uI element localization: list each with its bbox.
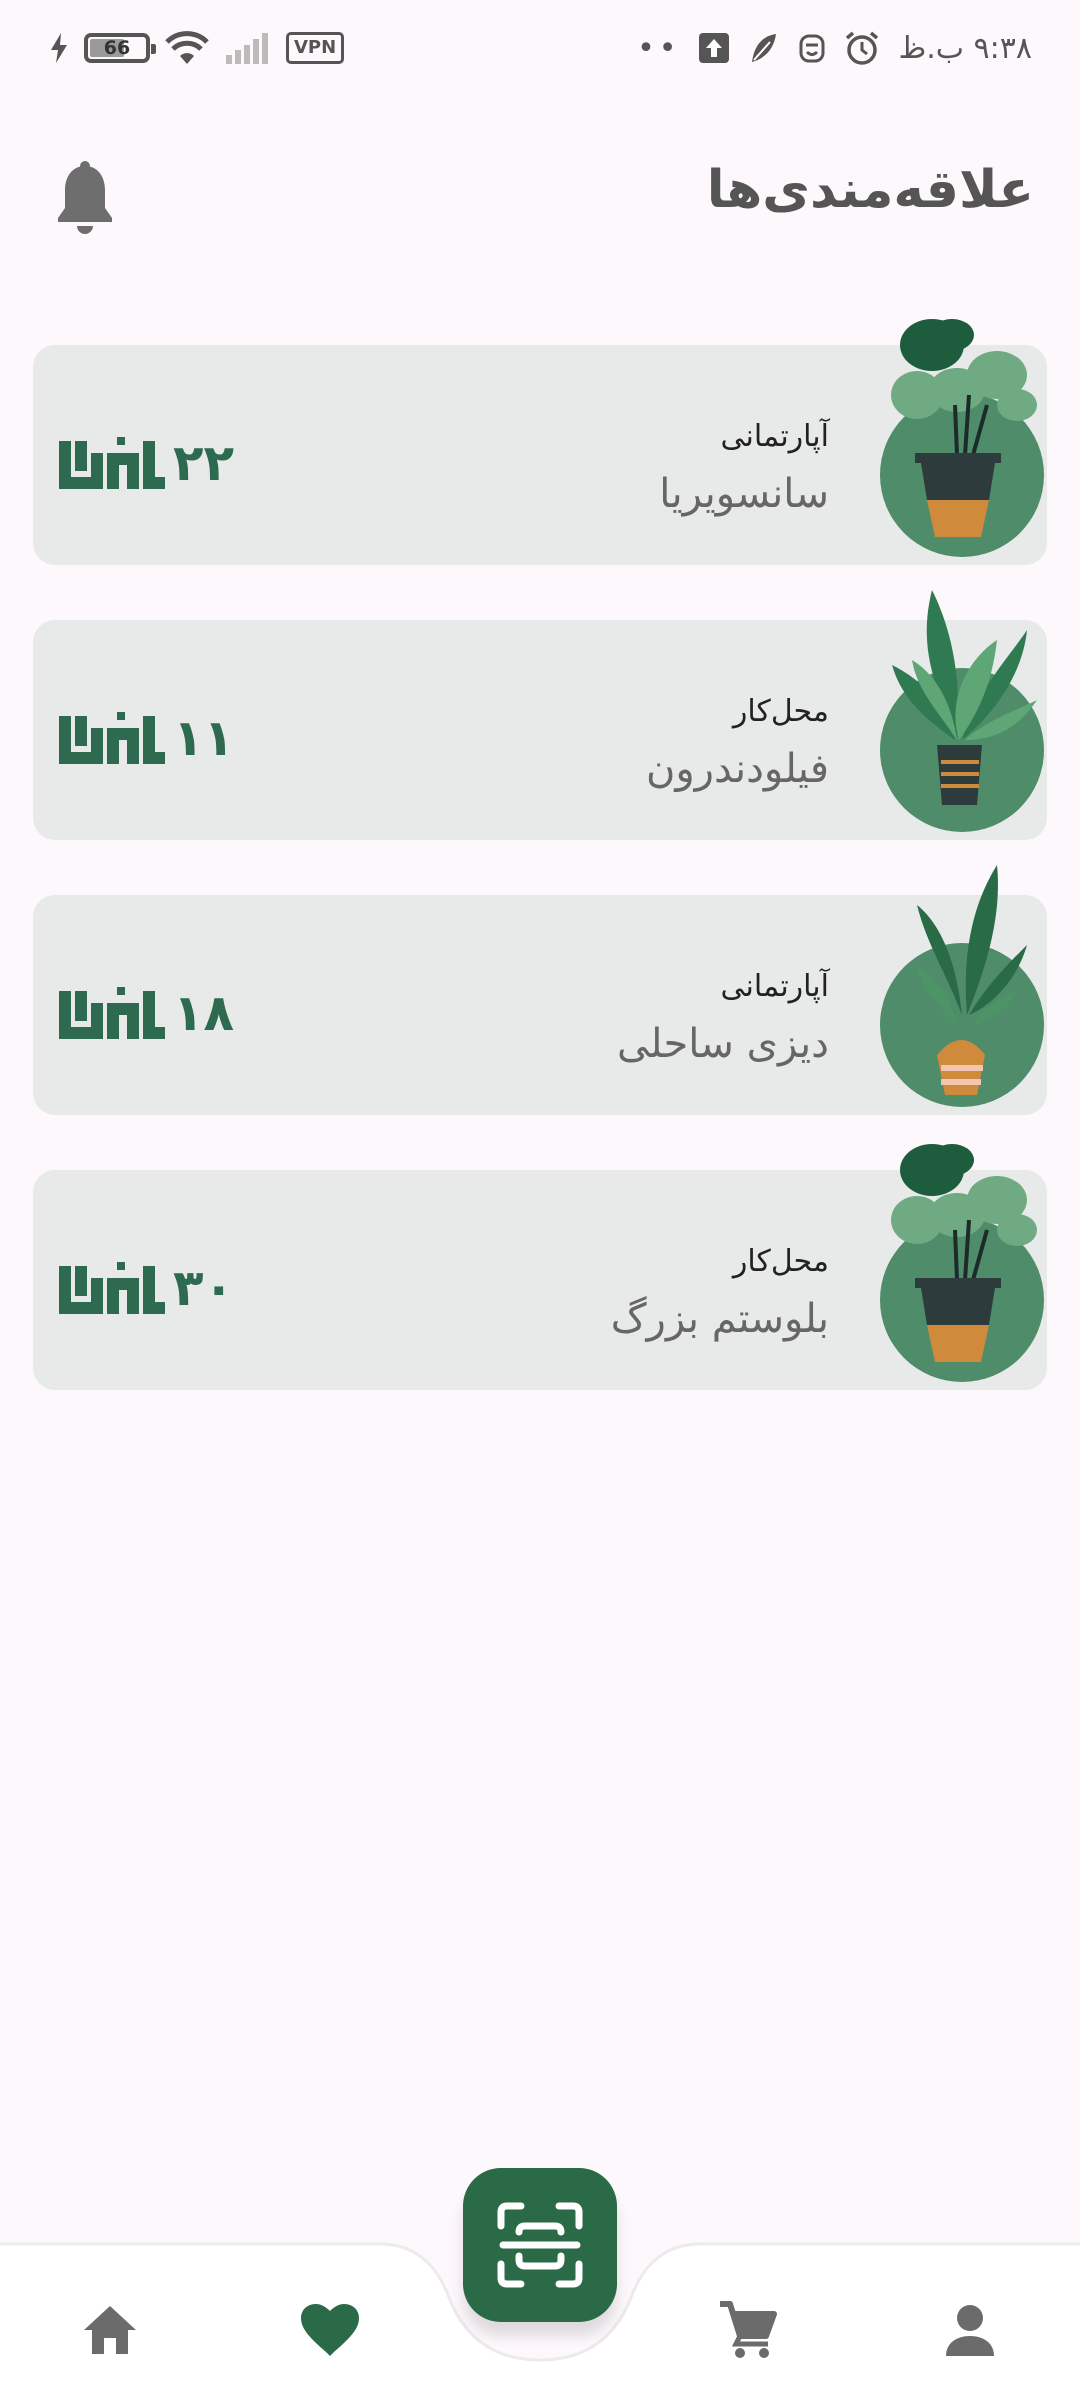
price: ۱۸ — [57, 983, 234, 1043]
nav-cart[interactable] — [698, 2280, 798, 2380]
price: ۲۲ — [57, 433, 234, 493]
toman-logo — [59, 1262, 165, 1314]
face-app-icon — [799, 34, 825, 63]
card-text: محل‌کار فیلودندرون — [646, 690, 829, 804]
status-time: ۹:۳۸ ب.ظ — [898, 30, 1032, 66]
favorite-card[interactable]: محل‌کار بلوستم بزرگ ۳۰ — [33, 1144, 1047, 1390]
plant-name: سانسویریا — [659, 471, 829, 517]
price-value: ۱۱ — [173, 709, 235, 767]
status-bar-left: 66 VPN — [48, 26, 345, 70]
status-bar: 66 VPN •• ۹:۳۸ ب.ظ — [0, 0, 1080, 96]
nav-favorites[interactable] — [280, 2280, 380, 2380]
plant-name: بلوستم بزرگ — [610, 1296, 829, 1342]
alarm-icon — [846, 31, 879, 65]
person-icon — [946, 2305, 994, 2356]
toman-logo — [59, 437, 165, 489]
favorite-card[interactable]: محل‌کار فیلودندرون ۱۱ — [33, 590, 1047, 840]
upload-icon — [699, 33, 730, 63]
price: ۳۰ — [57, 1258, 234, 1318]
plant-image — [880, 319, 1044, 557]
charging-icon — [51, 33, 67, 63]
nav-home[interactable] — [60, 2280, 160, 2380]
vpn-badge: VPN — [286, 32, 345, 64]
card-text: آپارتمانی دیزی ساحلی — [617, 965, 829, 1079]
battery-icon: 66 — [84, 33, 156, 63]
scan-button[interactable] — [463, 2168, 617, 2322]
favorite-card[interactable]: آپارتمانی دیزی ساحلی ۱۸ — [33, 865, 1047, 1115]
notification-dots: •• — [637, 30, 681, 66]
plant-image — [880, 1144, 1044, 1382]
plant-category: محل‌کار — [732, 694, 829, 729]
toman-logo — [59, 712, 165, 764]
leaf-app-icon — [752, 34, 777, 62]
bell-icon[interactable] — [50, 160, 120, 240]
plant-image — [880, 590, 1044, 832]
plant-category: آپارتمانی — [720, 419, 829, 454]
battery-level: 66 — [103, 37, 131, 59]
signal-icon — [226, 33, 268, 64]
plant-image — [880, 865, 1044, 1107]
plant-category: آپارتمانی — [720, 969, 829, 1004]
price-value: ۲۲ — [173, 434, 235, 492]
plant-name: فیلودندرون — [645, 746, 829, 792]
card-text: محل‌کار بلوستم بزرگ — [611, 1240, 829, 1354]
page-title: علاقه‌مندی‌ها — [706, 160, 1034, 220]
price-value: ۳۰ — [173, 1259, 235, 1317]
wifi-icon — [165, 31, 209, 64]
scan-icon — [497, 2202, 583, 2288]
price: ۱۱ — [57, 708, 234, 768]
plant-name: دیزی ساحلی — [616, 1021, 829, 1067]
favorite-card[interactable]: آپارتمانی سانسویریا ۲۲ — [33, 319, 1047, 565]
cart-icon — [720, 2301, 777, 2358]
card-text: آپارتمانی سانسویریا — [659, 415, 829, 529]
home-icon — [84, 2306, 136, 2354]
heart-icon — [301, 2304, 359, 2356]
plant-category: محل‌کار — [732, 1244, 829, 1279]
status-bar-right: •• ۹:۳۸ ب.ظ — [637, 26, 1032, 70]
price-value: ۱۸ — [173, 984, 235, 1042]
nav-profile[interactable] — [920, 2280, 1020, 2380]
toman-logo — [59, 987, 165, 1039]
